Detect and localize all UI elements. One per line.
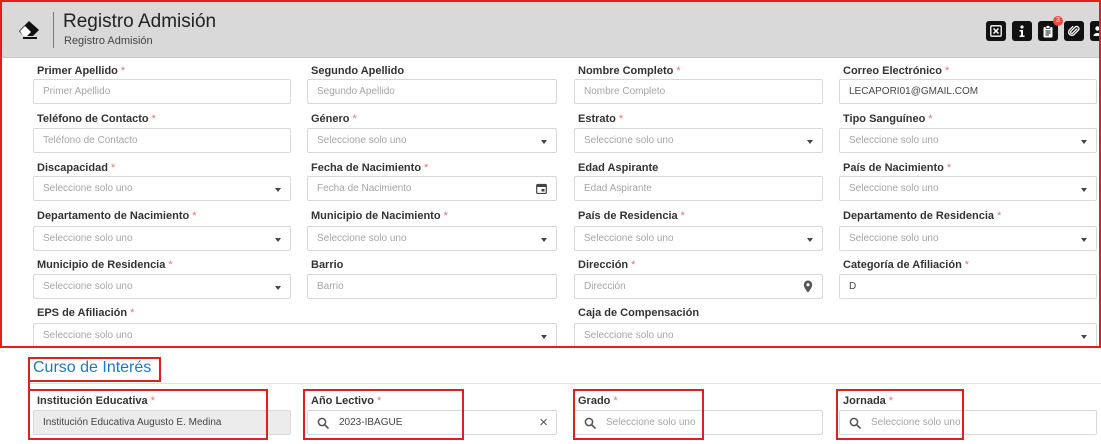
clear-icon[interactable]: × [539,414,548,431]
depto-nacimiento-select[interactable]: Seleccione solo uno [33,226,291,251]
categoria-afiliacion-input[interactable]: D [839,274,1097,299]
telefono-input[interactable]: Teléfono de Contacto [33,128,291,153]
info-button[interactable] [1012,21,1032,41]
calendar-icon[interactable] [536,183,547,194]
clipboard-icon [1043,24,1053,37]
tipo-sanguineo-select[interactable]: Seleccione solo uno [839,128,1097,153]
caja-compensacion-select[interactable]: Seleccione solo uno [574,323,1097,348]
page-title: Registro Admisión [63,11,217,32]
chevron-down-icon [275,238,281,242]
pais-residencia-select[interactable]: Seleccione solo uno [574,226,823,251]
primer-apellido-label: Primer Apellido * [37,65,126,77]
nombre-completo-label: Nombre Completo * [578,65,681,77]
chevron-down-icon [807,238,813,242]
fecha-nacimiento-input[interactable]: Fecha de Nacimiento [307,176,557,201]
chevron-down-icon [275,188,281,192]
search-icon [584,417,596,429]
page-subtitle: Registro Admisión [64,35,153,47]
correo-input[interactable]: LECAPORI01@GMAIL.COM [839,79,1097,104]
pais-nacimiento-select[interactable]: Seleccione solo uno [839,176,1097,201]
users-icon [1093,26,1101,36]
info-icon [1019,24,1025,37]
segundo-apellido-label: Segundo Apellido [311,65,405,77]
municipio-nacimiento-label: Municipio de Nacimiento * [311,210,448,222]
estrato-select[interactable]: Seleccione solo uno [574,128,823,153]
municipio-residencia-label: Municipio de Residencia * [37,259,173,271]
grado-label: Grado * [578,395,618,407]
direccion-label: Dirección * [578,259,636,271]
barrio-label: Barrio [311,259,344,271]
paperclip-icon [1068,25,1080,37]
institucion-label: Institución Educativa * [37,395,155,407]
jornada-label: Jornada * [843,395,894,407]
highlight-connector [28,382,30,420]
chevron-down-icon [275,286,281,290]
genero-label: Género * [311,113,357,125]
header-divider [53,12,54,48]
municipio-residencia-select[interactable]: Seleccione solo uno [33,274,291,299]
chevron-down-icon [1081,140,1087,144]
eps-afiliacion-select[interactable]: Seleccione solo uno [33,323,557,348]
caja-compensacion-label: Caja de Compensación [578,307,700,319]
discapacidad-select[interactable]: Seleccione solo uno [33,176,291,201]
municipio-nacimiento-select[interactable]: Seleccione solo uno [307,226,557,251]
curso-section-title: Curso de Interés [33,359,152,376]
depto-nacimiento-label: Departamento de Nacimiento * [37,210,197,222]
users-button[interactable] [1090,21,1101,41]
institucion-input[interactable]: Institución Educativa Augusto E. Medina [33,410,291,435]
eps-afiliacion-label: EPS de Afiliación * [37,307,135,319]
chevron-down-icon [541,238,547,242]
jornada-select[interactable]: Seleccione solo uno [839,410,1097,435]
chevron-down-icon [1081,188,1087,192]
grado-select[interactable]: Seleccione solo uno [574,410,823,435]
pais-residencia-label: País de Residencia * [578,210,685,222]
correo-label: Correo Electrónico * [843,65,950,77]
pais-nacimiento-label: País de Nacimiento * [843,162,952,174]
chevron-down-icon [541,335,547,339]
anio-lectivo-select[interactable]: 2023-IBAGUE × [307,410,557,435]
primer-apellido-input[interactable]: Primer Apellido [33,79,291,104]
clipboard-button[interactable]: 3 [1038,16,1063,41]
depto-residencia-select[interactable]: Seleccione solo uno [839,226,1097,251]
telefono-label: Teléfono de Contacto * [37,113,156,125]
direccion-input[interactable]: Dirección [574,274,823,299]
page-header: Registro Admisión Registro Admisión 3 [0,0,1101,58]
location-pin-icon [803,280,813,293]
nombre-completo-input[interactable]: Nombre Completo [574,79,823,104]
discapacidad-label: Discapacidad * [37,162,116,174]
section-divider [30,383,1101,384]
notification-badge: 3 [1053,16,1063,26]
admission-page: Registro Admisión Registro Admisión 3 Pr… [0,0,1101,444]
edad-aspirante-input[interactable]: Edad Aspirante [574,176,823,201]
chevron-down-icon [807,140,813,144]
chevron-down-icon [1081,238,1087,242]
anio-lectivo-label: Año Lectivo * [311,395,382,407]
search-icon [849,417,861,429]
eraser-icon [19,21,39,39]
chevron-down-icon [1081,335,1087,339]
fecha-nacimiento-label: Fecha de Nacimiento * [311,162,429,174]
tipo-sanguineo-label: Tipo Sanguíneo * [843,113,933,125]
depto-residencia-label: Departamento de Residencia * [843,210,1002,222]
close-box-icon [990,25,1002,37]
attach-button[interactable] [1064,21,1084,41]
categoria-afiliacion-label: Categoría de Afiliación * [843,259,970,271]
estrato-label: Estrato * [578,113,624,125]
edad-aspirante-label: Edad Aspirante [578,162,659,174]
search-icon [317,417,329,429]
genero-select[interactable]: Seleccione solo uno [307,128,557,153]
chevron-down-icon [541,140,547,144]
segundo-apellido-input[interactable]: Segundo Apellido [307,79,557,104]
barrio-input[interactable]: Barrio [307,274,557,299]
close-box-button[interactable] [986,21,1006,41]
